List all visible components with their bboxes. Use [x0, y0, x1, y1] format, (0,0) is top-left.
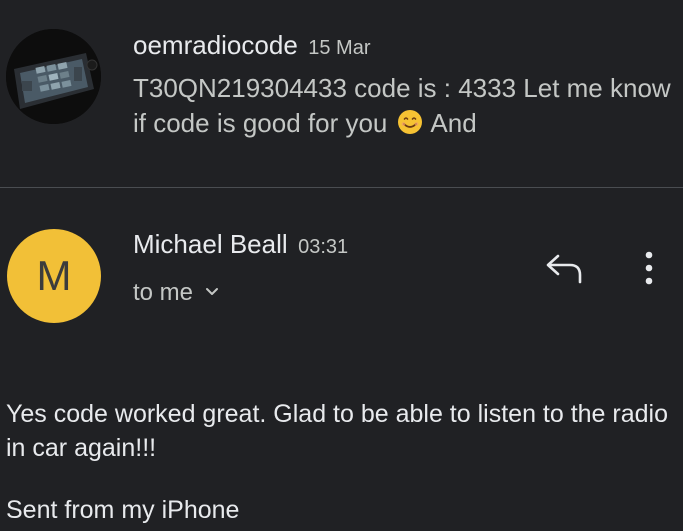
sender-avatar: M: [7, 229, 101, 323]
message-divider: [0, 187, 683, 188]
smiling-face-icon: [397, 109, 423, 144]
reply-button[interactable]: [542, 250, 588, 286]
collapsed-message[interactable]: oemradiocode 15 Mar T30QN219304433 code …: [0, 0, 683, 187]
sender-row: oemradiocode 15 Mar: [133, 30, 370, 61]
message-body: Yes code worked great. Glad to be able t…: [6, 400, 668, 462]
sender-name: oemradiocode: [133, 30, 298, 60]
message-date: 15 Mar: [308, 37, 371, 59]
sender-avatar: [6, 29, 101, 124]
car-radio-image: [6, 29, 101, 124]
message-signature: Sent from my iPhone: [6, 496, 240, 524]
chevron-down-icon: [205, 284, 219, 302]
more-options-button[interactable]: [638, 250, 660, 288]
more-vert-icon: [638, 251, 660, 292]
from-name: Michael Beall: [133, 229, 288, 259]
snippet-text-tail: And: [430, 108, 477, 138]
recipient-details-toggle[interactable]: to me: [133, 279, 219, 307]
reply-icon: [542, 254, 588, 290]
from-row: Michael Beall 03:31: [133, 229, 348, 260]
message-snippet: T30QN219304433 code is : 4333 Let me kno…: [133, 71, 678, 144]
message-time: 03:31: [298, 236, 349, 258]
to-label: to me: [133, 279, 194, 306]
